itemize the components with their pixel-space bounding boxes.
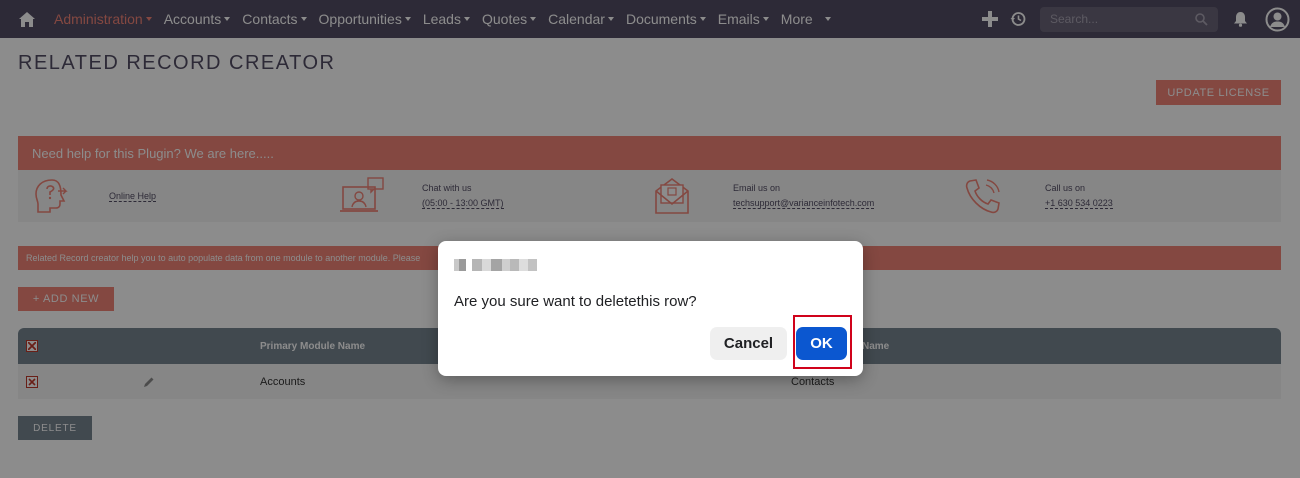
dialog-message: Are you sure want to deletethis row? xyxy=(454,293,697,310)
dialog-origin-redacted xyxy=(454,258,537,272)
modal-backdrop xyxy=(0,0,1300,478)
cancel-button[interactable]: Cancel xyxy=(710,327,787,360)
ok-button-highlight xyxy=(793,315,852,369)
